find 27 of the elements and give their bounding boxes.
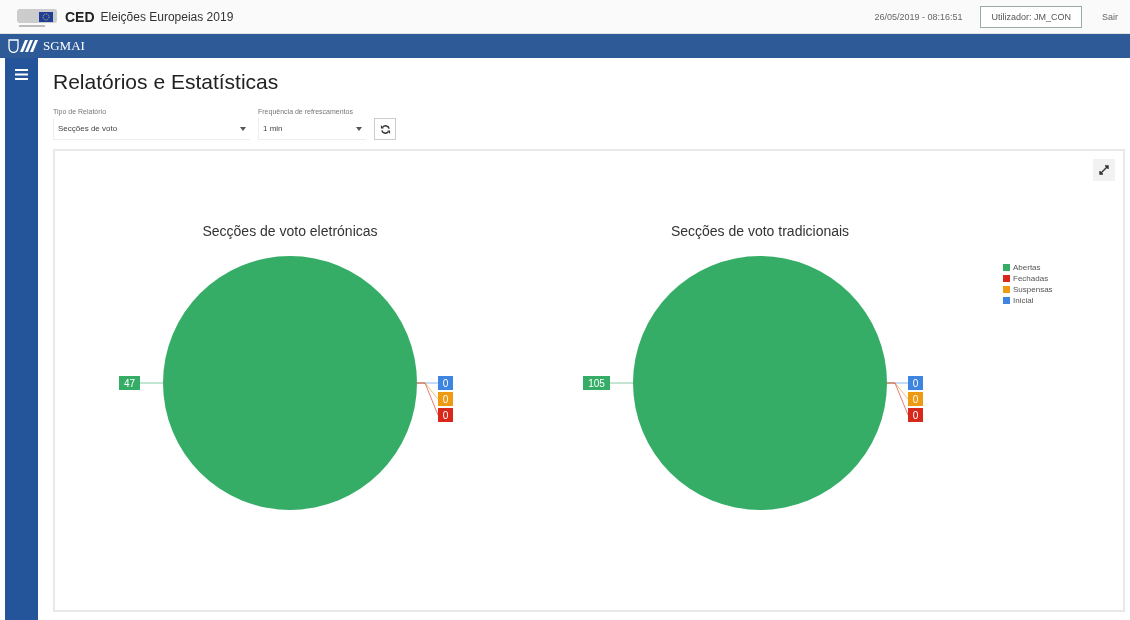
date-time: 26/05/2019 - 08:16:51: [874, 11, 963, 22]
page-title: Relatórios e Estatísticas: [53, 70, 280, 94]
refresh-icon[interactable]: [374, 118, 396, 140]
legend-label: Fechadas: [1013, 274, 1049, 283]
logout-link[interactable]: Sair: [1102, 11, 1118, 22]
data-label: 105: [588, 377, 606, 389]
expand-icon[interactable]: [1093, 159, 1115, 181]
menu-icon[interactable]: [15, 68, 28, 82]
crest-logo-icon: [8, 39, 40, 53]
app-title: Eleições Europeias 2019: [100, 9, 234, 24]
data-label: 0: [416, 376, 453, 390]
chart-title: Secções de voto tradicionais: [670, 223, 850, 239]
select-field[interactable]: Secções de voto: [53, 118, 250, 140]
data-label: 0: [886, 376, 923, 390]
data-label: 47: [123, 377, 136, 389]
select-field[interactable]: 1 min: [258, 118, 366, 140]
caret-icon: [356, 126, 362, 131]
data-label: 47: [119, 376, 164, 390]
caret-icon: [240, 126, 246, 131]
legend-label: Inicial: [1013, 296, 1034, 305]
brand-name: SGMAI: [43, 38, 85, 54]
app-code: CED: [65, 8, 95, 25]
legend-label: Suspensas: [1013, 285, 1053, 294]
legend-label: Abertas: [1013, 263, 1041, 272]
user-button[interactable]: Utilizador: JM_CON: [980, 5, 1082, 28]
chart-title: Secções de voto eletrónicas: [202, 223, 378, 239]
data-label: 105: [583, 376, 634, 390]
